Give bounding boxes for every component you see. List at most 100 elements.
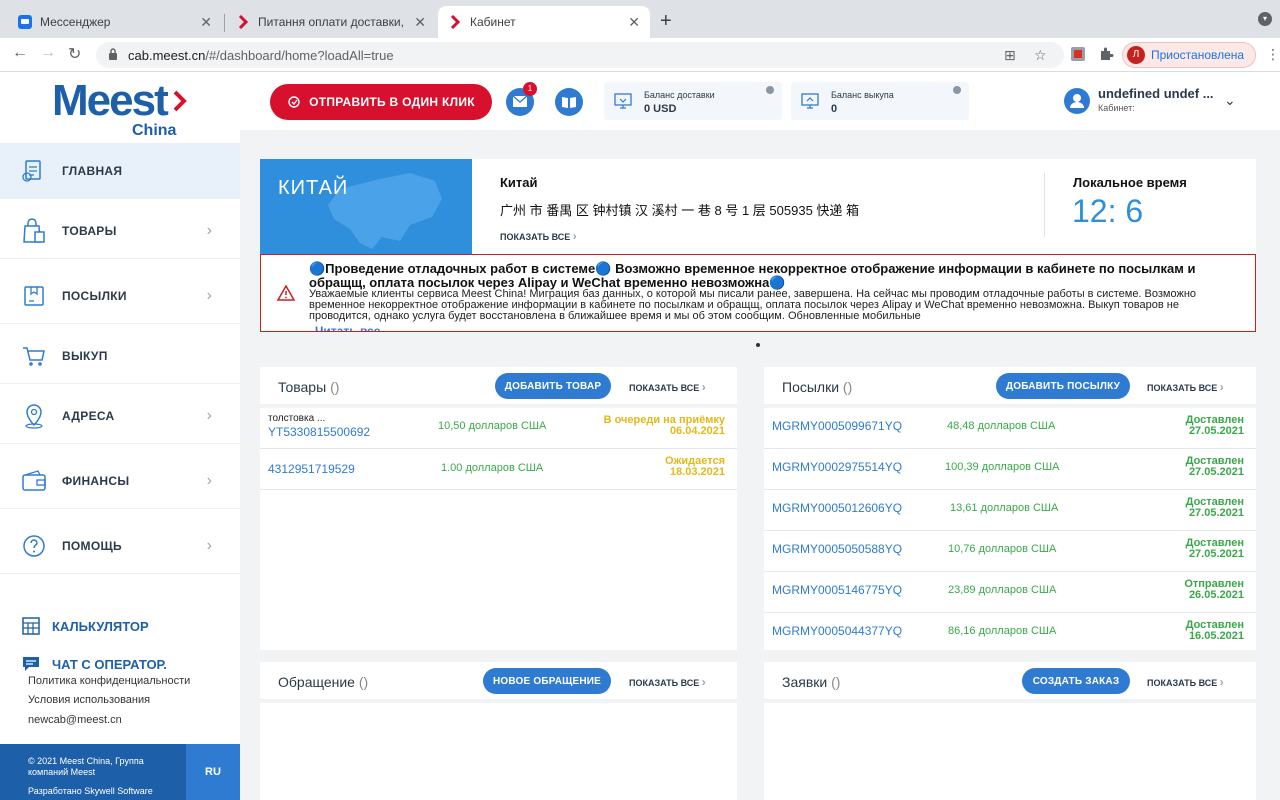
- tracking-code[interactable]: YT5330815500692: [268, 425, 370, 439]
- calculator-link[interactable]: КАЛЬКУЛЯТОР: [22, 617, 149, 635]
- tracking-code[interactable]: MGRMY0005146775YQ: [772, 583, 902, 597]
- tab-messenger[interactable]: Мессенджер ✕: [8, 6, 222, 38]
- panel-header: Заявки () СОЗДАТЬ ЗАКАЗ ПОКАЗАТЬ ВСЕ ›: [764, 662, 1256, 700]
- new-appeal-button[interactable]: НОВОЕ ОБРАЩЕНИЕ: [483, 668, 611, 694]
- carousel-dot[interactable]: [756, 343, 760, 347]
- local-time-value: 12: 6: [1072, 193, 1144, 229]
- divider: [1044, 173, 1045, 237]
- chevron-right-icon: ›: [1219, 675, 1224, 689]
- amount: 1.00 долларов США: [441, 462, 544, 474]
- url-input[interactable]: cab.meest.cn/#/dashboard/home?loadAll=tr…: [96, 42, 1064, 68]
- logo-subtext: China: [132, 122, 177, 139]
- terms-link[interactable]: Условия использования: [28, 694, 150, 706]
- add-goods-button[interactable]: ДОБАВИТЬ ТОВАР: [495, 373, 611, 399]
- table-row[interactable]: MGRMY0005012606YQ 13,61 долларов США Дос…: [764, 490, 1256, 531]
- panel-title: Товары (): [278, 379, 340, 395]
- table-row[interactable]: MGRMY0002975514YQ 100,39 долларов США До…: [764, 449, 1256, 490]
- divider: [764, 700, 1256, 703]
- sidebar-item-buyout[interactable]: ВЫКУП: [0, 328, 240, 384]
- close-icon[interactable]: ✕: [414, 14, 426, 31]
- tracking-code[interactable]: MGRMY0005012606YQ: [772, 501, 902, 515]
- book-icon: [562, 97, 576, 108]
- sidebar-item-home[interactable]: ГЛАВНАЯ: [0, 143, 240, 199]
- show-all-goods-link[interactable]: ПОКАЗАТЬ ВСЕ ›: [629, 380, 706, 394]
- chevron-down-icon[interactable]: ⌄: [1224, 92, 1236, 109]
- send-one-click-button[interactable]: ОТПРАВИТЬ В ОДИН КЛИК: [270, 84, 492, 120]
- profile-button[interactable]: Л Приостановлена: [1122, 42, 1256, 68]
- tracking-code[interactable]: 4312951719529: [268, 462, 355, 476]
- sidebar-item-goods[interactable]: ТОВАРЫ ›: [0, 203, 240, 259]
- tab-cabinet[interactable]: Кабинет ✕: [438, 6, 650, 38]
- chevron-right-icon: ›: [206, 286, 212, 304]
- table-row[interactable]: MGRMY0005044377YQ 86,16 долларов США Дос…: [764, 613, 1256, 654]
- sidebar-item-parcels[interactable]: ПОСЫЛКИ ›: [0, 268, 240, 324]
- add-parcel-button[interactable]: ДОБАВИТЬ ПОСЫЛКУ: [996, 373, 1130, 399]
- table-row[interactable]: 4312951719529 1.00 долларов США Ожидаетс…: [260, 449, 737, 490]
- more-menu-icon[interactable]: ⋮: [1266, 46, 1280, 63]
- parcels-panel: Посылки () ДОБАВИТЬ ПОСЫЛКУ ПОКАЗАТЬ ВСЕ…: [764, 367, 1256, 650]
- create-order-button[interactable]: СОЗДАТЬ ЗАКАЗ: [1022, 668, 1130, 694]
- sidebar-item-help[interactable]: ПОМОЩЬ ›: [0, 518, 240, 574]
- forward-arrow-icon[interactable]: →: [40, 44, 56, 62]
- country-map: КИТАЙ: [260, 159, 472, 255]
- status-badge: Доставлен 16.05.2021: [1185, 619, 1244, 642]
- location-card: КИТАЙ Китай 广州 市 番禺 区 钟村镇 汉 溪村 一 巷 8 号 1…: [260, 159, 1256, 255]
- chat-link[interactable]: ЧАТ С ОПЕРАТОР.: [22, 655, 167, 673]
- privacy-link[interactable]: Политика конфиденциальности: [28, 675, 190, 687]
- developer-credit: Разработано Skywell Software: [28, 786, 153, 796]
- user-name[interactable]: undefined undef ...: [1098, 86, 1214, 101]
- tab-delivery[interactable]: Питання оплати доставки, інс ✕: [226, 6, 436, 38]
- table-row[interactable]: толстовка ... YT5330815500692 10,50 долл…: [260, 408, 737, 449]
- email-link[interactable]: newcab@meest.cn: [28, 714, 122, 726]
- show-all-addresses-link[interactable]: ПОКАЗАТЬ ВСЕ ›: [500, 229, 577, 243]
- show-all-parcels-link[interactable]: ПОКАЗАТЬ ВСЕ ›: [1147, 380, 1224, 394]
- balance-label: Баланс доставки: [644, 90, 715, 100]
- sidebar-item-addresses[interactable]: АДРЕСА ›: [0, 388, 240, 444]
- amount: 13,61 долларов США: [950, 502, 1059, 514]
- back-arrow-icon[interactable]: ←: [12, 44, 28, 62]
- star-icon[interactable]: ☆: [1034, 47, 1047, 64]
- user-avatar-icon[interactable]: [1064, 88, 1090, 114]
- table-row[interactable]: MGRMY0005146775YQ 23,89 долларов США Отп…: [764, 572, 1256, 613]
- user-cabinet-label: Кабинет:: [1098, 103, 1135, 113]
- extension-icon[interactable]: [1070, 46, 1086, 62]
- url-text: cab.meest.cn/#/dashboard/home?loadAll=tr…: [128, 48, 394, 63]
- show-all-appeals-link[interactable]: ПОКАЗАТЬ ВСЕ ›: [629, 675, 706, 689]
- sidebar-item-finance[interactable]: ФИНАНСЫ ›: [0, 453, 240, 509]
- sidebar: Meest China ГЛАВНАЯ ТОВАРЫ › ПОСЫЛКИ › В…: [0, 72, 240, 800]
- guide-button[interactable]: [555, 88, 583, 116]
- delivery-balance[interactable]: Баланс доставки 0 USD: [604, 82, 782, 120]
- close-icon[interactable]: ✕: [200, 14, 212, 31]
- chevron-right-icon: ›: [206, 406, 212, 424]
- sidebar-item-label: ГЛАВНАЯ: [62, 163, 123, 178]
- home-doc-icon: [22, 159, 41, 182]
- tab-search-icon[interactable]: ▾: [1258, 12, 1272, 26]
- reload-icon[interactable]: ↻: [68, 44, 81, 64]
- chat-icon: [23, 657, 39, 671]
- language-switcher[interactable]: RU: [186, 744, 240, 800]
- close-icon[interactable]: ✕: [628, 14, 640, 31]
- balance-value: 0: [831, 103, 838, 115]
- info-icon[interactable]: [953, 86, 961, 94]
- translate-icon[interactable]: ⊞: [1004, 47, 1016, 64]
- send-button-label: ОТПРАВИТЬ В ОДИН КЛИК: [309, 95, 475, 109]
- location-title: Китай: [500, 175, 538, 190]
- info-icon[interactable]: [766, 86, 774, 94]
- tracking-code[interactable]: MGRMY0002975514YQ: [772, 460, 902, 474]
- show-all-orders-link[interactable]: ПОКАЗАТЬ ВСЕ ›: [1147, 675, 1224, 689]
- new-tab-button[interactable]: +: [660, 10, 672, 33]
- tracking-code[interactable]: MGRMY0005099671YQ: [772, 419, 902, 433]
- sidebar-item-label: ВЫКУП: [62, 348, 108, 363]
- warehouse-address: 广州 市 番禺 区 钟村镇 汉 溪村 一 巷 8 号 1 层 505935 快递…: [500, 203, 860, 218]
- puzzle-icon[interactable]: [1098, 46, 1114, 62]
- table-row[interactable]: MGRMY0005050588YQ 10,76 долларов США Дос…: [764, 531, 1256, 572]
- meest-logo[interactable]: Meest China: [52, 76, 192, 140]
- chevron-right-icon: ›: [1219, 380, 1224, 394]
- tracking-code[interactable]: MGRMY0005044377YQ: [772, 624, 902, 638]
- page-header: ОТПРАВИТЬ В ОДИН КЛИК 1 Баланс доставки …: [240, 72, 1280, 130]
- read-more-link[interactable]: Читать все: [315, 324, 380, 331]
- tracking-code[interactable]: MGRMY0005050588YQ: [772, 542, 902, 556]
- buyout-balance[interactable]: Баланс выкупа 0: [791, 82, 969, 120]
- chevron-right-icon: ›: [206, 471, 212, 489]
- table-row[interactable]: MGRMY0005099671YQ 48,48 долларов США Дос…: [764, 408, 1256, 449]
